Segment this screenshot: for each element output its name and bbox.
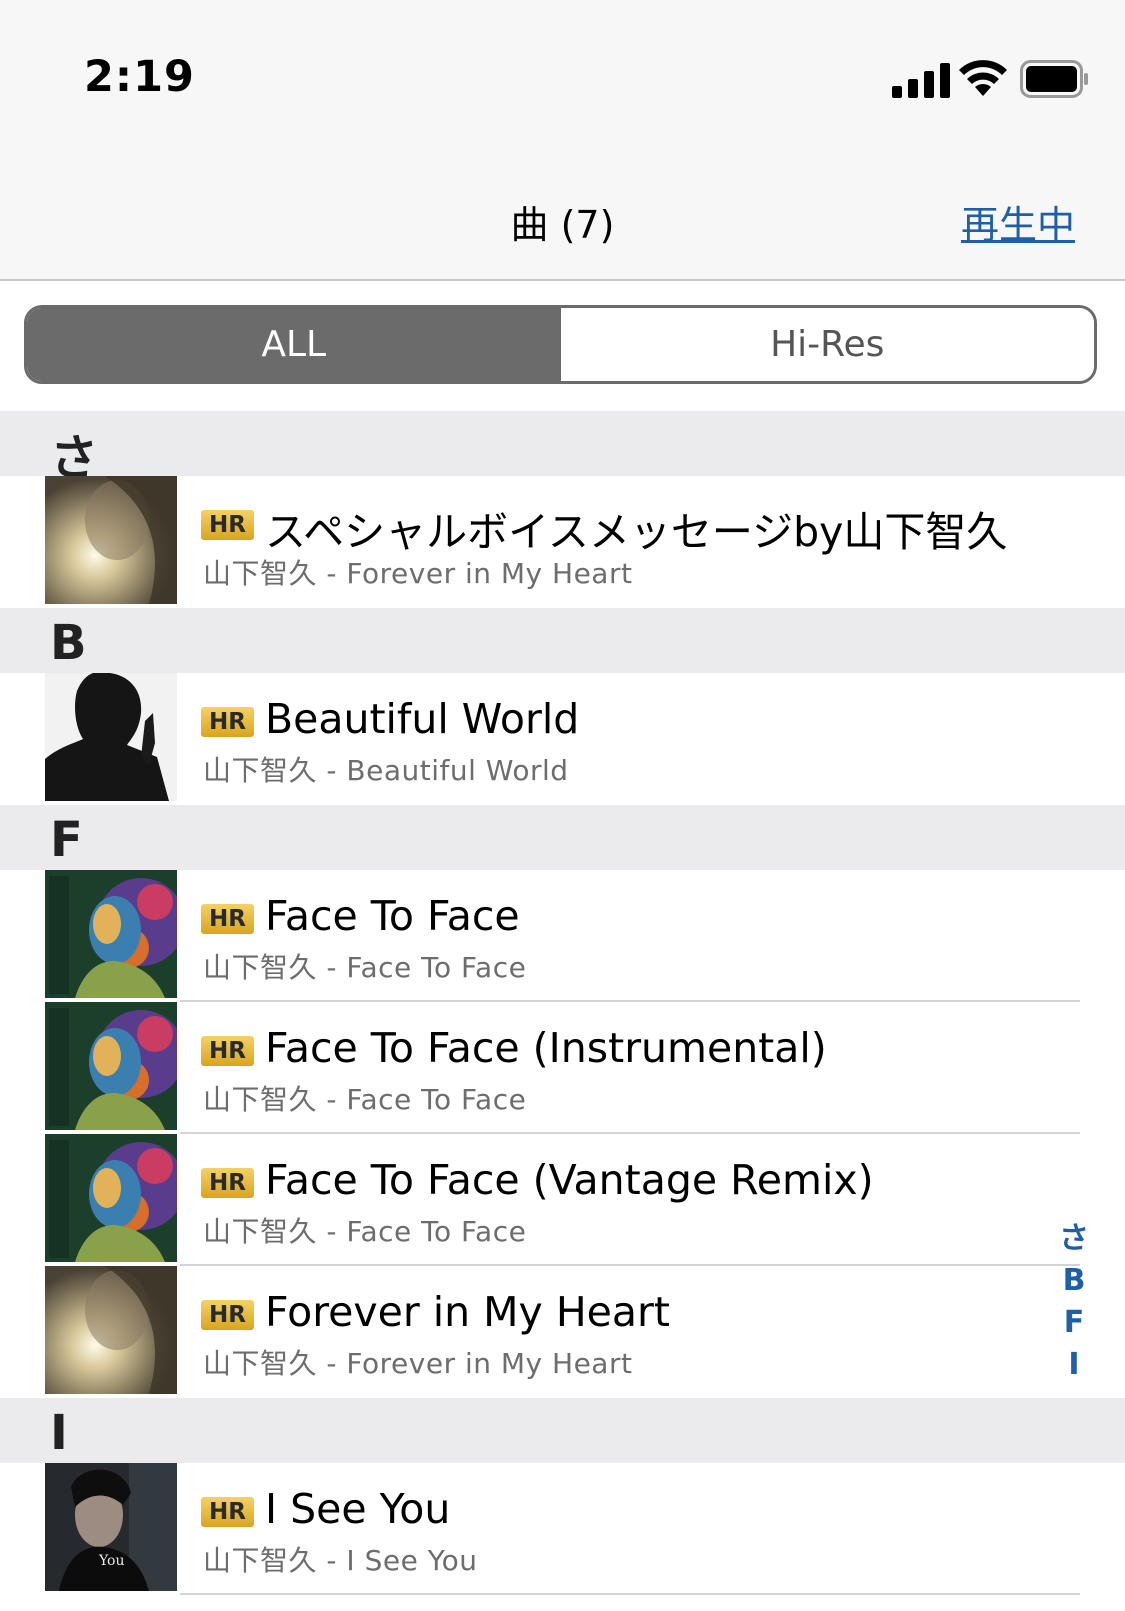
index-letter[interactable]: さ	[1049, 1218, 1099, 1260]
battery-icon	[1020, 60, 1088, 98]
hi-res-badge: HR	[201, 1168, 254, 1198]
song-title: I See You	[265, 1485, 451, 1533]
section-index-bar: さBFI	[1049, 1218, 1099, 1386]
page-title: 曲 (7)	[510, 203, 615, 247]
svg-text:You: You	[98, 1553, 124, 1569]
section-header-label: I	[50, 1405, 68, 1461]
hi-res-badge: HR	[201, 904, 254, 934]
album-art	[45, 870, 177, 998]
song-row[interactable]: HR スペシャルボイスメッセージby山下智久 山下智久 - Forever in M…	[0, 476, 1125, 608]
song-row[interactable]: HR Beautiful World 山下智久 - Beautiful World	[0, 673, 1125, 805]
hi-res-badge: HR	[201, 1300, 254, 1330]
album-art	[45, 1134, 177, 1262]
album-art	[45, 673, 177, 801]
album-art	[45, 1266, 177, 1394]
song-subtitle: 山下智久 - Face To Face	[203, 1215, 527, 1248]
segment-all[interactable]: ALL	[27, 308, 561, 381]
song-title: Forever in My Heart	[265, 1288, 670, 1336]
song-title: スペシャルボイスメッセージby山下智久	[265, 508, 1008, 556]
section-header: I	[0, 1398, 1125, 1463]
song-subtitle: 山下智久 - Beautiful World	[203, 754, 569, 787]
album-art: You	[45, 1463, 177, 1591]
status-time: 2:19	[84, 52, 195, 102]
album-art	[45, 1002, 177, 1130]
navigation-bar: 曲 (7) 再生中	[0, 150, 1125, 281]
song-title: Face To Face	[265, 892, 520, 940]
segment-hi-res[interactable]: Hi-Res	[560, 308, 1094, 381]
song-subtitle: 山下智久 - Forever in My Heart	[203, 557, 633, 590]
status-bar: 2:19	[0, 0, 1125, 150]
index-letter[interactable]: F	[1049, 1302, 1099, 1344]
section-header: さ	[0, 411, 1125, 486]
now-playing-link[interactable]: 再生中	[961, 194, 1075, 249]
song-subtitle: 山下智久 - Face To Face	[203, 1083, 527, 1116]
hi-res-badge: HR	[201, 510, 254, 540]
song-row[interactable]: HR Forever in My Heart 山下智久 - Forever in M…	[0, 1266, 1125, 1398]
index-letter[interactable]: I	[1049, 1344, 1099, 1386]
song-subtitle: 山下智久 - I See You	[203, 1544, 478, 1577]
cellular-signal-icon	[892, 63, 950, 98]
song-subtitle: 山下智久 - Face To Face	[203, 951, 527, 984]
hi-res-badge: HR	[201, 1497, 254, 1527]
row-divider	[180, 1593, 1080, 1595]
song-row[interactable]: HR Face To Face (Instrumental) 山下智久 - Face…	[0, 1002, 1125, 1134]
section-header: F	[0, 805, 1125, 870]
song-subtitle: 山下智久 - Forever in My Heart	[203, 1347, 633, 1380]
hi-res-badge: HR	[201, 1036, 254, 1066]
song-list: さ HR スペシャルボイスメッセージby山下智久 山下智久 - Forever in …	[0, 411, 1125, 1595]
song-row[interactable]: HR Face To Face (Vantage Remix) 山下智久 - Fac…	[0, 1134, 1125, 1266]
filter-segmented-control: ALL Hi-Res	[24, 305, 1097, 384]
song-row[interactable]: You HR I See You 山下智久 - I See You	[0, 1463, 1125, 1595]
section-header: B	[0, 608, 1125, 673]
song-title: Face To Face (Vantage Remix)	[265, 1156, 874, 1204]
song-title: Beautiful World	[265, 695, 580, 743]
section-header-label: F	[50, 812, 83, 868]
wifi-icon	[959, 60, 1007, 96]
index-letter[interactable]: B	[1049, 1260, 1099, 1302]
song-row[interactable]: HR Face To Face 山下智久 - Face To Face	[0, 870, 1125, 1002]
hi-res-badge: HR	[201, 707, 254, 737]
song-title: Face To Face (Instrumental)	[265, 1024, 827, 1072]
album-art	[45, 476, 177, 604]
section-header-label: B	[50, 615, 87, 671]
